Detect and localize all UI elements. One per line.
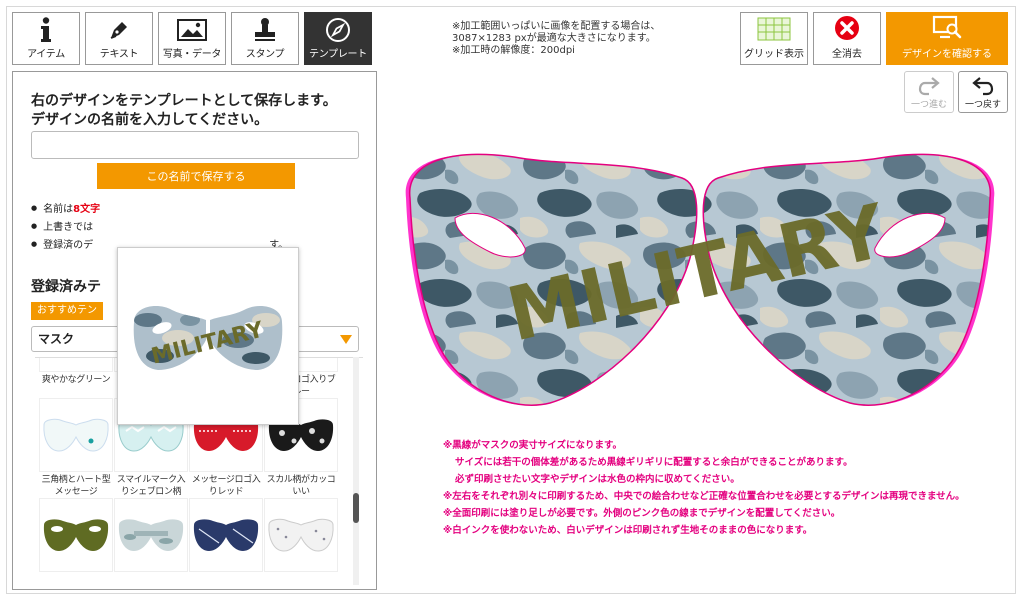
grid-label: グリッド表示 (744, 49, 804, 60)
confirm-label: デザインを確認する (902, 49, 992, 60)
tool-tabs: アイテム テキスト 写真・データ スタンプ テンプレート (12, 12, 372, 65)
redo-button[interactable]: 一つ進む (904, 71, 954, 113)
undo-icon (972, 77, 994, 96)
panel-title: 右のデザインをテンプレートとして保存します。 デザインの名前を入力してください。 (31, 93, 337, 128)
redo-icon (918, 77, 940, 96)
grid-icon (757, 17, 791, 41)
registered-title: 登録済みテ (31, 279, 101, 295)
template-caption (150, 572, 152, 585)
note-item: 上書きでは (31, 218, 288, 236)
close-icon (835, 16, 859, 40)
undo-label: 一つ戻す (964, 100, 1001, 110)
scrollbar-thumb[interactable] (353, 493, 359, 523)
redo-label: 一つ進む (910, 100, 947, 110)
tab-text[interactable]: テキスト (85, 12, 153, 65)
template-name-input[interactable] (31, 131, 359, 159)
tab-label: テンプレート (309, 49, 367, 60)
monitor-search-icon (932, 15, 962, 39)
template-item[interactable] (189, 498, 263, 585)
undo-button[interactable]: 一つ戻す (958, 71, 1008, 113)
save-name-button[interactable]: この名前で保存する (97, 163, 295, 189)
stamp-icon (252, 15, 278, 45)
template-caption: 三角柄とハート型メッセージ (41, 475, 111, 497)
tab-label: テキスト (99, 49, 139, 60)
image-icon (177, 15, 207, 45)
tab-photo[interactable]: 写真・データ (158, 12, 226, 65)
notes-list: 名前は8文字 上書きでは 登録済のデす。 (31, 200, 288, 254)
confirm-design-button[interactable]: デザインを確認する (886, 12, 1008, 65)
tab-item[interactable]: アイテム (12, 12, 80, 65)
tab-template[interactable]: テンプレート (304, 12, 372, 65)
tab-label: スタンプ (245, 49, 285, 60)
template-hover-preview: MILITARY (117, 247, 299, 425)
grid-toggle-button[interactable]: グリッド表示 (740, 12, 808, 65)
resolution-info: ※加工範囲いっぱいに画像を配置する場合は、 3087×1283 pxが最適な大き… (452, 21, 661, 56)
tab-stamp[interactable]: スタンプ (231, 12, 299, 65)
military-mask-preview: MILITARY (133, 306, 283, 370)
template-item[interactable]: 三角柄とハート型メッセージ (39, 398, 113, 498)
template-caption: スカル柄がカッコいい (266, 475, 336, 497)
template-caption: スマイルマーク入りシェブロン柄 (116, 475, 186, 497)
clear-label: 全消去 (832, 49, 862, 60)
template-thumbnail (264, 498, 338, 572)
chevron-down-icon (340, 335, 352, 344)
template-scrollbar[interactable] (353, 357, 359, 585)
template-caption (225, 572, 227, 585)
template-panel: 右のデザインをテンプレートとして保存します。 デザインの名前を入力してください。… (12, 71, 377, 590)
template-caption: 爽やかなグリーン (41, 375, 111, 385)
template-item[interactable] (114, 498, 188, 585)
category-select-value: マスク (38, 332, 75, 346)
template-thumbnail (114, 498, 188, 572)
template-caption: メッセージロゴ入りレッド (191, 475, 261, 497)
compass-icon (325, 15, 351, 45)
tab-label: 写真・データ (162, 49, 222, 60)
template-thumbnail (189, 498, 263, 572)
note-item: 名前は8文字 (31, 200, 288, 218)
pen-icon (107, 15, 131, 45)
mask-design-canvas[interactable]: MILITARY (400, 148, 1000, 408)
template-thumbnail (39, 498, 113, 572)
template-caption (75, 572, 77, 585)
template-item[interactable] (39, 498, 113, 585)
template-item[interactable] (264, 498, 338, 585)
template-item[interactable]: 爽やかなグリーン (39, 358, 113, 398)
tab-label: アイテム (27, 49, 65, 60)
clear-all-button[interactable]: 全消去 (813, 12, 881, 65)
print-warnings: ※黒線がマスクの実寸サイズになります。 サイズには若干の個体差があるため黒線ギリ… (443, 440, 965, 536)
info-icon (39, 15, 53, 45)
template-thumbnail (39, 358, 113, 372)
template-thumbnail (39, 398, 113, 472)
recommended-badge: おすすめテン (31, 302, 103, 320)
template-caption (300, 572, 302, 585)
